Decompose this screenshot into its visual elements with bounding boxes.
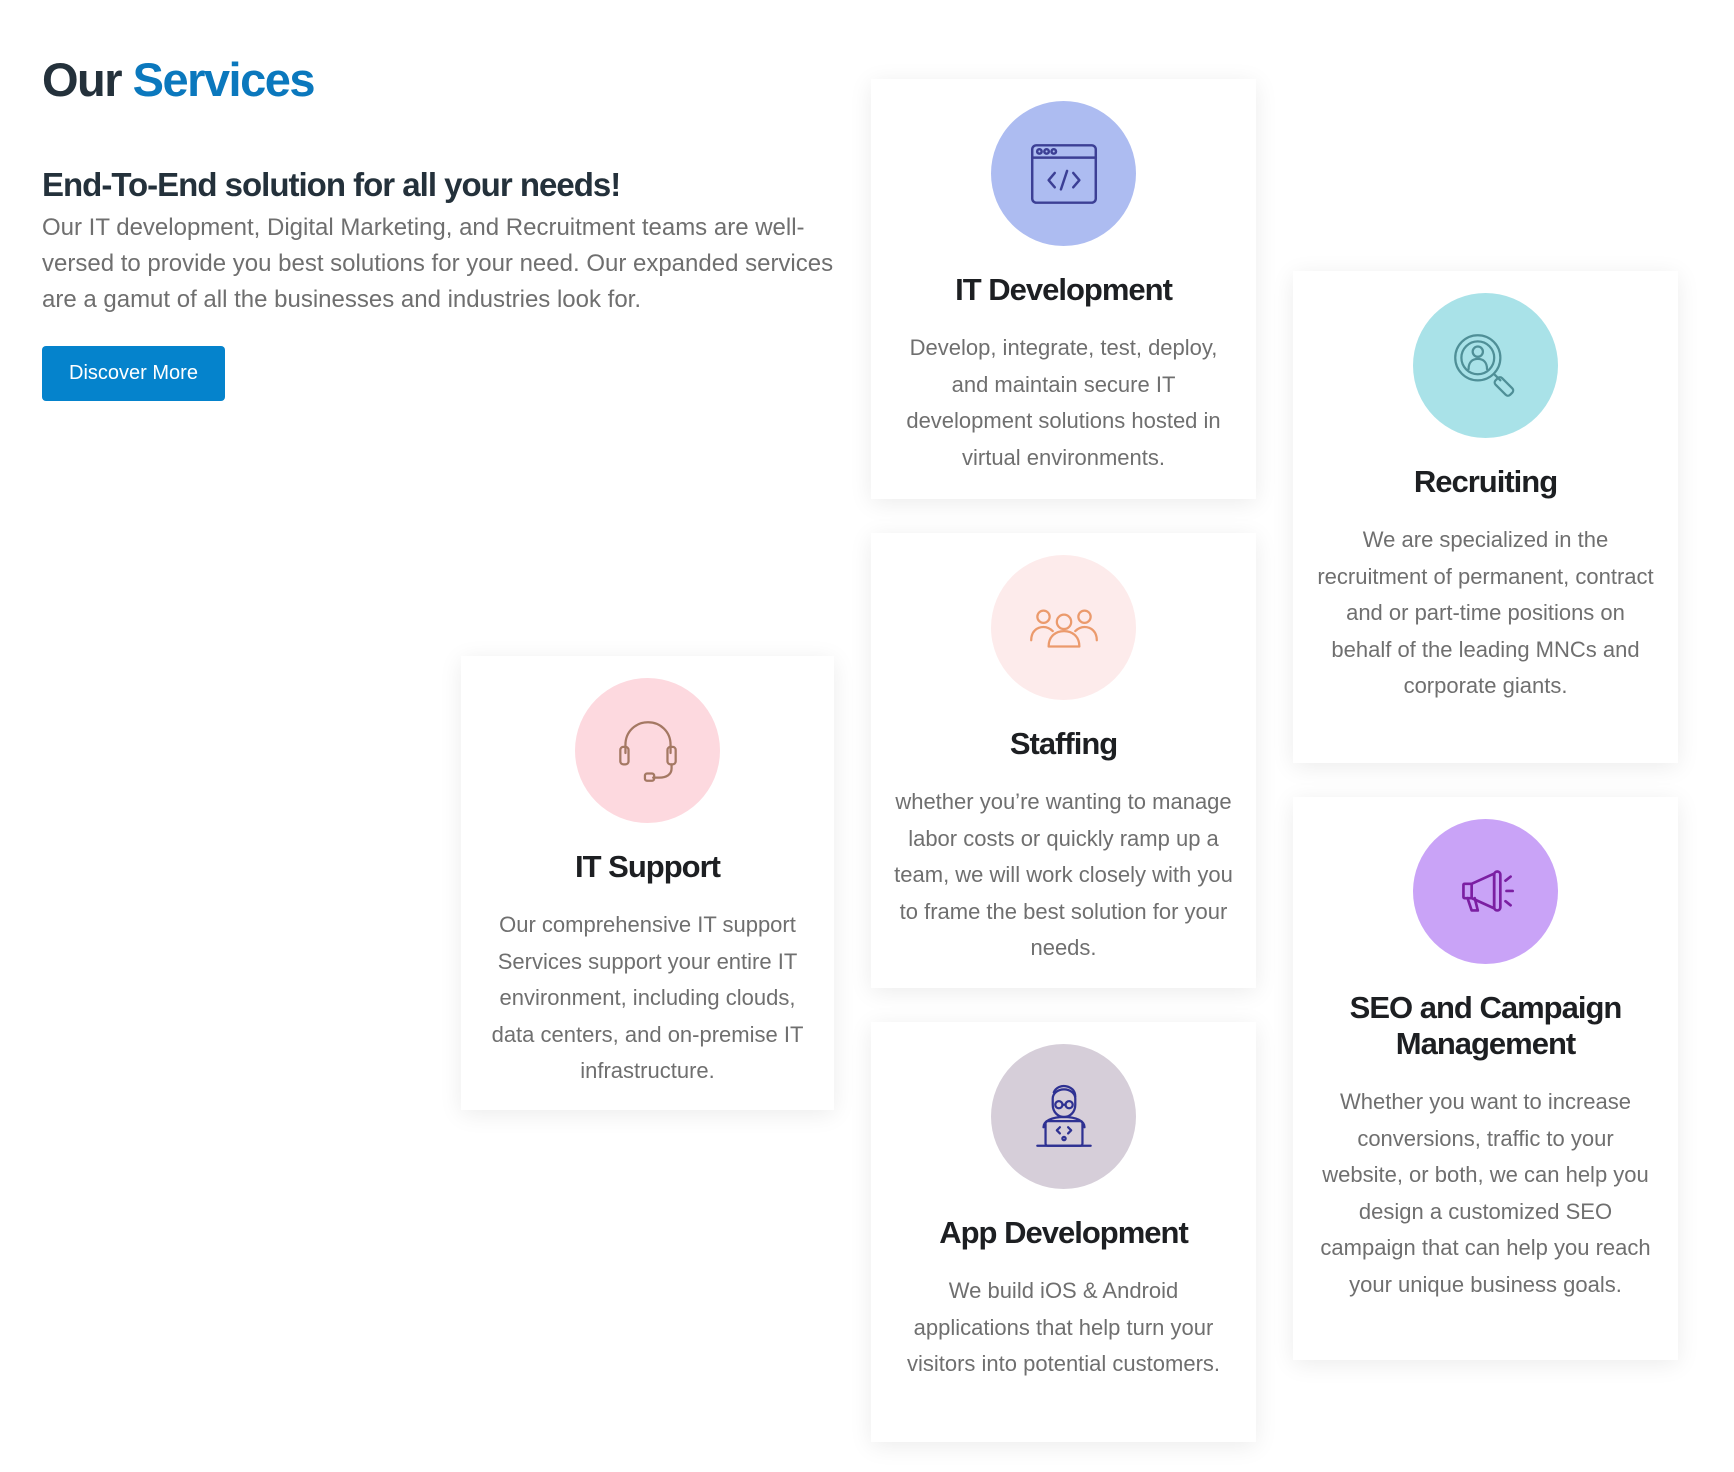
service-card-staffing[interactable]: Staffing whether you’re wanting to manag… [871,533,1256,988]
title-part-our: Our [42,53,123,106]
service-title: Staffing [1009,726,1118,761]
service-card-it-development[interactable]: IT Development Develop, integrate, test,… [871,79,1256,499]
service-title: SEO and Campaign Management [1349,990,1623,1061]
service-card-it-support[interactable]: IT Support Our comprehensive IT support … [461,656,834,1110]
service-card-recruiting[interactable]: Recruiting We are specialized in the rec… [1293,271,1678,763]
service-title: IT Support [575,849,721,884]
service-title: IT Development [955,272,1173,307]
developer-laptop-icon [1035,1084,1092,1147]
service-description: Whether you want to increase conversions… [1320,1089,1651,1297]
icon-circle [575,678,720,823]
title-part-services: Services [132,53,316,106]
icon-circle [1413,819,1558,964]
code-window-icon [1030,143,1097,204]
icon-circle [991,1044,1136,1189]
service-description: We build iOS & Android applications that… [906,1278,1221,1376]
discover-more-button[interactable]: Discover More [42,346,225,401]
service-description: We are specialized in the recruitment of… [1317,527,1654,698]
service-description: whether you’re wanting to manage labor c… [894,789,1233,960]
service-description: Our comprehensive IT support Services su… [491,912,804,1083]
page-title: Our Services [42,52,316,107]
icon-circle [991,555,1136,700]
headset-icon [618,720,677,782]
service-card-seo[interactable]: SEO and Campaign Management Whether you … [1293,797,1678,1360]
tagline: End-To-End solution for all your needs! [42,166,621,203]
services-section: Our Services End-To-End solution for all… [0,0,1734,1472]
megaphone-icon [1461,869,1514,912]
service-description: Develop, integrate, test, deploy, and ma… [906,335,1221,470]
team-icon [1029,608,1098,648]
service-card-app-development[interactable]: App Development We build iOS & Android a… [871,1022,1256,1442]
magnifier-person-icon [1453,333,1514,397]
icon-circle [991,101,1136,246]
icon-circle [1413,293,1558,438]
service-title: App Development [939,1215,1189,1250]
service-title: Recruiting [1413,464,1558,499]
intro-paragraph: Our IT development, Digital Marketing, a… [42,214,834,313]
